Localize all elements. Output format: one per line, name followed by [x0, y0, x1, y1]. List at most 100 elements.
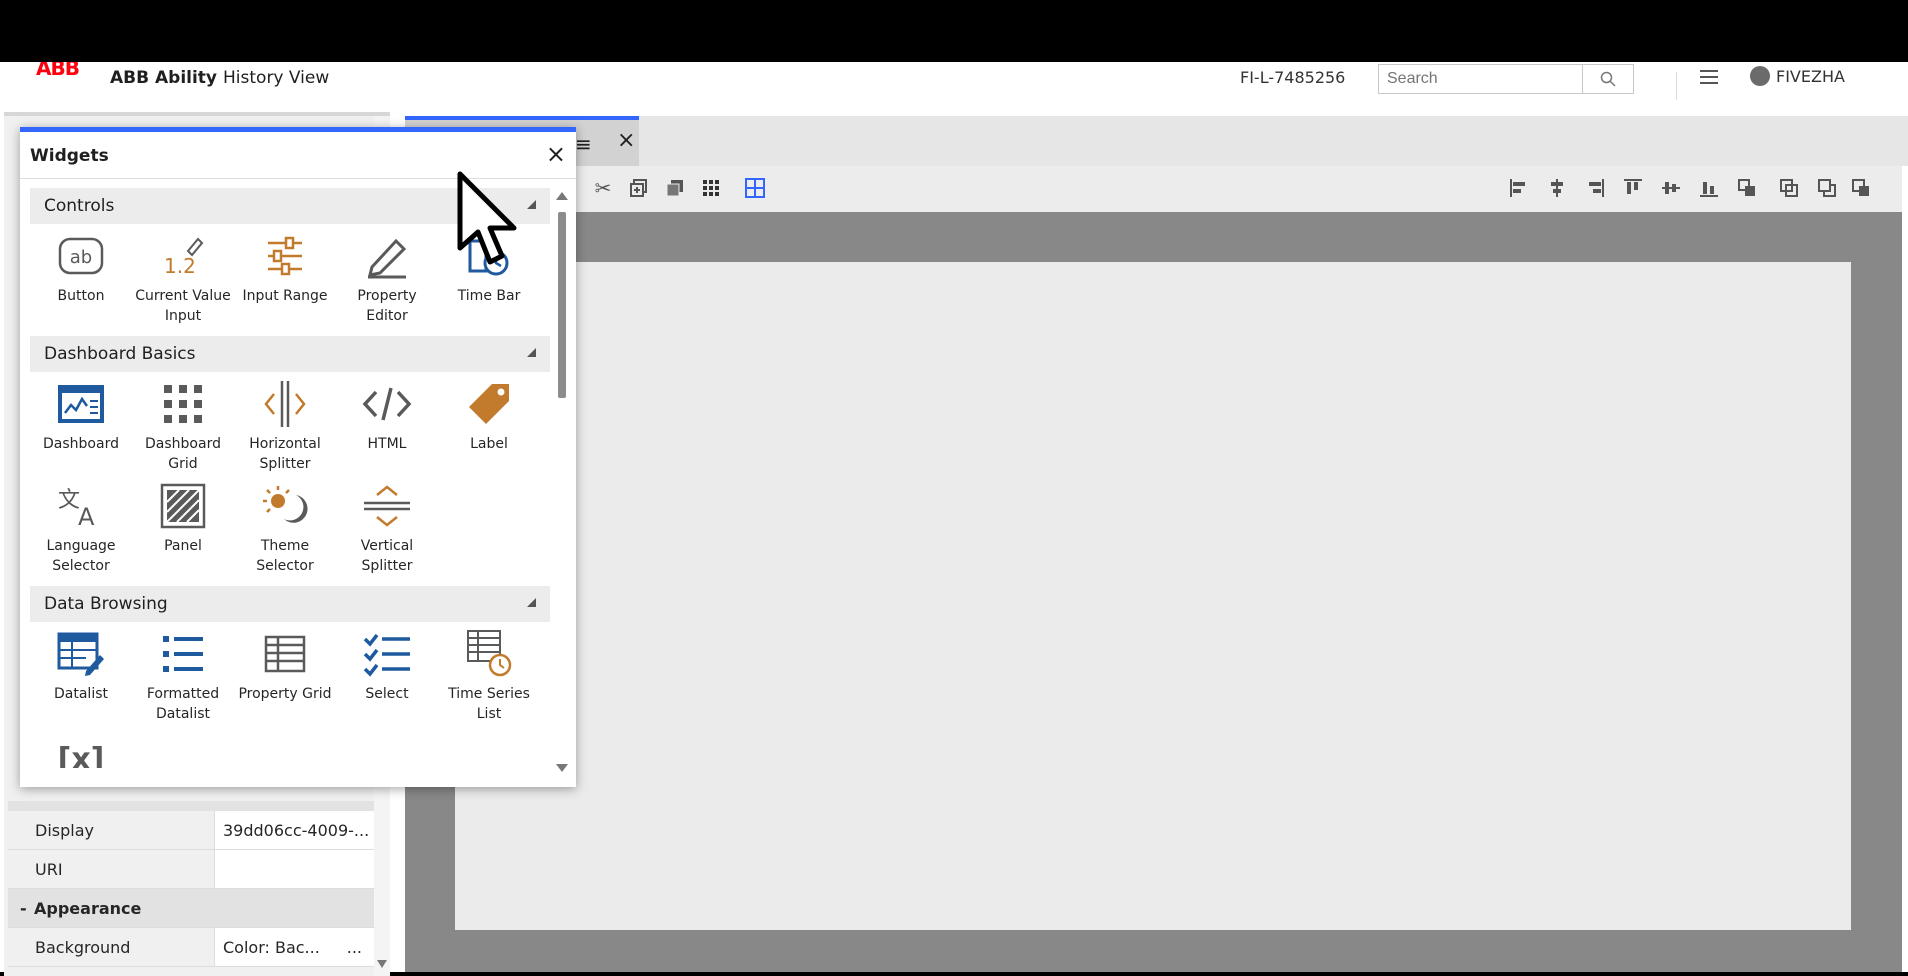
section-dashboard-basics-label: Dashboard Basics — [44, 344, 196, 364]
dashboard-grid-icon — [157, 378, 209, 430]
prop-value-uri[interactable] — [215, 850, 376, 888]
align-right-icon[interactable] — [1583, 176, 1607, 200]
align-bottom-icon[interactable] — [1697, 176, 1721, 200]
widget-property-editor[interactable]: Property Editor — [336, 230, 438, 332]
language-selector-icon: 文A — [55, 480, 107, 532]
search-input[interactable] — [1379, 65, 1595, 93]
design-canvas-area — [405, 212, 1902, 972]
close-icon[interactable]: × — [546, 140, 566, 168]
copy-icon[interactable] — [627, 176, 651, 200]
app-window: ABB ABB Ability History View FI-L-7485256… — [0, 62, 1908, 976]
scroll-thumb[interactable] — [558, 212, 566, 398]
widget-select[interactable]: Select — [336, 628, 438, 730]
select-icon — [361, 628, 413, 680]
scroll-down-icon[interactable] — [377, 960, 387, 968]
bring-forward-icon[interactable] — [1777, 176, 1801, 200]
label-icon — [463, 378, 515, 430]
prop-key-background: Background — [8, 928, 215, 966]
widget-horizontal-splitter[interactable]: Horizontal Splitter — [234, 378, 336, 480]
variable-icon: [x] — [55, 730, 107, 768]
widget-input-range[interactable]: Input Range — [234, 230, 336, 332]
align-left-icon[interactable] — [1507, 176, 1531, 200]
widget-label[interactable]: Label — [438, 378, 540, 480]
widgets-scrollbar[interactable] — [554, 188, 570, 778]
svg-text:[x]: [x] — [58, 742, 105, 768]
user-menu[interactable]: FIVEZHA — [1750, 66, 1845, 86]
avatar — [1750, 66, 1770, 86]
widget-language-selector[interactable]: 文A Language Selector — [30, 480, 132, 582]
widget-vertical-splitter[interactable]: Vertical Splitter — [336, 480, 438, 582]
widgets-dialog-title: Widgets — [30, 146, 109, 166]
vertical-splitter-icon — [361, 480, 413, 532]
abb-logo: ABB — [36, 62, 80, 80]
widget-current-value-input[interactable]: 1.2 Current Value Input — [132, 230, 234, 332]
datalist-icon — [55, 628, 107, 680]
widget-property-grid[interactable]: Property Grid — [234, 628, 336, 730]
widget-dashboard[interactable]: Dashboard — [30, 378, 132, 480]
svg-text:1.2: 1.2 — [164, 254, 196, 278]
panel-icon — [157, 480, 209, 532]
mouse-cursor-icon — [457, 171, 517, 265]
paste-icon[interactable] — [663, 176, 687, 200]
search-button[interactable] — [1582, 65, 1633, 93]
search-box — [1378, 64, 1634, 94]
dashboard-icon — [55, 378, 107, 430]
editor-area: ≡ × ✂ — [405, 112, 1908, 972]
html-icon — [361, 378, 413, 430]
snap-grid-icon[interactable] — [743, 176, 767, 200]
property-grid: Display 39dd06cc-4009-... URI - Appearan… — [8, 811, 376, 967]
widget-html[interactable]: HTML — [336, 378, 438, 480]
app-header: ABB ABB Ability History View FI-L-7485256… — [0, 62, 1908, 112]
widget-button[interactable]: ab Button — [30, 230, 132, 332]
collapse-caret-icon — [527, 598, 536, 607]
widget-theme-selector[interactable]: Theme Selector — [234, 480, 336, 582]
section-dashboard-basics[interactable]: Dashboard Basics — [30, 336, 550, 372]
widget-dashboard-grid[interactable]: Dashboard Grid — [132, 378, 234, 480]
menu-icon[interactable] — [1700, 70, 1718, 84]
svg-text:A: A — [78, 503, 95, 529]
background-more-button[interactable]: ... — [347, 938, 362, 957]
collapse-caret-icon — [527, 348, 536, 357]
align-top-icon[interactable] — [1621, 176, 1645, 200]
storage-section-header[interactable] — [8, 801, 376, 811]
scroll-down-icon[interactable] — [556, 764, 568, 772]
prop-value-display[interactable]: 39dd06cc-4009-... — [215, 811, 376, 849]
appearance-section-header[interactable]: - Appearance — [8, 889, 376, 928]
section-data-browsing[interactable]: Data Browsing — [30, 586, 550, 622]
section-controls-label: Controls — [44, 196, 115, 216]
design-canvas-page[interactable] — [455, 262, 1851, 930]
prop-value-background[interactable]: Color: Bac... ... — [215, 928, 376, 966]
widget-variable[interactable]: [x] — [30, 730, 132, 768]
time-series-list-icon — [463, 628, 515, 680]
black-top-bar — [0, 0, 1908, 62]
collapse-icon: - — [20, 898, 27, 918]
property-grid-icon — [259, 628, 311, 680]
background-value-text: Color: Bac... — [223, 937, 320, 957]
widgets-list: Controls ab Button 1.2 Current Value Inp… — [30, 188, 550, 768]
widget-panel[interactable]: Panel — [132, 480, 234, 582]
tab-close-icon[interactable]: × — [617, 128, 635, 153]
svg-text:文: 文 — [58, 488, 80, 513]
prop-row-display: Display 39dd06cc-4009-... — [8, 811, 376, 850]
send-to-back-icon[interactable] — [1849, 176, 1873, 200]
distribute-icon[interactable] — [1735, 176, 1759, 200]
cut-icon[interactable]: ✂ — [591, 176, 615, 200]
scroll-up-icon[interactable] — [556, 192, 568, 200]
align-middle-icon[interactable] — [1659, 176, 1683, 200]
align-center-icon[interactable] — [1545, 176, 1569, 200]
section-data-browsing-label: Data Browsing — [44, 594, 168, 614]
widget-time-series-list[interactable]: Time Series List — [438, 628, 540, 730]
data-browsing-grid: Datalist Formatted Datalist Property Gri… — [30, 628, 550, 768]
horizontal-splitter-icon — [259, 378, 311, 430]
grid-dots-icon[interactable] — [699, 176, 723, 200]
widget-formatted-datalist[interactable]: Formatted Datalist — [132, 628, 234, 730]
appearance-section-label: Appearance — [34, 898, 142, 918]
prop-row-background: Background Color: Bac... ... — [8, 928, 376, 967]
send-backward-icon[interactable] — [1815, 176, 1839, 200]
current-value-input-icon: 1.2 — [157, 230, 209, 282]
header-separator — [1676, 72, 1677, 100]
collapse-caret-icon — [527, 200, 536, 209]
button-icon: ab — [55, 230, 107, 282]
tab-menu-icon[interactable]: ≡ — [575, 132, 592, 156]
widget-datalist[interactable]: Datalist — [30, 628, 132, 730]
